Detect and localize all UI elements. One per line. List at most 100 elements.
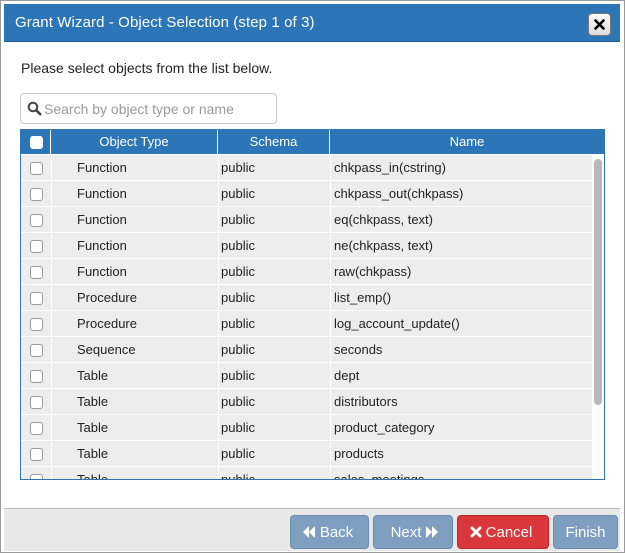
next-button[interactable]: Next: [373, 515, 453, 549]
schema-cell: public: [221, 212, 255, 227]
column-divider: [330, 389, 331, 415]
table-row[interactable]: Function public eq(chkpass, text): [21, 207, 592, 233]
column-divider: [218, 441, 219, 467]
fast-backward-icon: [302, 526, 315, 538]
table-row[interactable]: Function public chkpass_in(cstring): [21, 155, 592, 181]
grid-body: Function public chkpass_in(cstring) Functio…: [21, 155, 592, 479]
schema-cell: public: [221, 467, 255, 479]
row-checkbox[interactable]: [30, 474, 43, 479]
back-button[interactable]: Back: [290, 515, 369, 549]
schema-cell: public: [221, 446, 255, 461]
select-all-checkbox[interactable]: [30, 136, 43, 149]
close-x-icon: [594, 19, 605, 30]
column-divider: [51, 363, 52, 389]
table-row[interactable]: Table public products: [21, 441, 592, 467]
column-header-name[interactable]: Name: [330, 130, 604, 154]
cancel-button-label: Cancel: [485, 523, 533, 541]
table-row[interactable]: Function public chkpass_out(chkpass): [21, 181, 592, 207]
table-row[interactable]: Table public dept: [21, 363, 592, 389]
column-divider: [51, 181, 52, 207]
dialog-title-bar[interactable]: Grant Wizard - Object Selection (step 1 …: [4, 4, 620, 42]
column-divider: [51, 467, 52, 479]
column-header-object-type[interactable]: Object Type: [51, 130, 218, 154]
row-checkbox[interactable]: [30, 344, 43, 357]
name-cell: sales_meetings: [334, 467, 424, 479]
column-divider: [218, 415, 219, 441]
column-divider: [330, 259, 331, 285]
close-button[interactable]: [588, 13, 611, 36]
object-type-cell: Table: [77, 420, 109, 435]
object-type-cell: Function: [77, 264, 127, 279]
grant-wizard-dialog: Grant Wizard - Object Selection (step 1 …: [0, 0, 625, 553]
row-checkbox[interactable]: [30, 214, 43, 227]
row-checkbox[interactable]: [30, 188, 43, 201]
table-row[interactable]: Procedure public log_account_update(): [21, 311, 592, 337]
search-input[interactable]: [44, 99, 272, 119]
finish-button[interactable]: Finish: [553, 515, 618, 549]
schema-cell: public: [221, 264, 255, 279]
grid-vertical-scrollbar[interactable]: [592, 155, 604, 479]
row-checkbox[interactable]: [30, 266, 43, 279]
column-divider: [330, 285, 331, 311]
object-type-cell: Table: [77, 446, 109, 461]
name-cell: distributors: [334, 394, 398, 409]
row-checkbox[interactable]: [30, 370, 43, 383]
grid-header: Object Type Schema Name: [21, 130, 604, 154]
name-cell: dept: [334, 368, 360, 383]
name-cell: ne(chkpass, text): [334, 238, 433, 253]
table-row[interactable]: Function public raw(chkpass): [21, 259, 592, 285]
schema-cell: public: [221, 160, 255, 175]
object-type-cell: Function: [77, 160, 127, 175]
row-checkbox[interactable]: [30, 292, 43, 305]
name-cell: eq(chkpass, text): [334, 212, 433, 227]
name-cell: chkpass_in(cstring): [334, 160, 446, 175]
column-divider: [51, 207, 52, 233]
row-checkbox[interactable]: [30, 396, 43, 409]
row-checkbox[interactable]: [30, 448, 43, 461]
scrollbar-thumb[interactable]: [594, 159, 602, 405]
row-checkbox[interactable]: [30, 318, 43, 331]
name-cell: product_category: [334, 420, 435, 435]
column-divider: [218, 285, 219, 311]
column-divider: [330, 467, 331, 479]
schema-cell: public: [221, 238, 255, 253]
row-checkbox[interactable]: [30, 422, 43, 435]
column-divider: [51, 311, 52, 337]
column-divider: [218, 259, 219, 285]
row-checkbox[interactable]: [30, 162, 43, 175]
finish-button-label: Finish: [565, 523, 606, 541]
cancel-button[interactable]: Cancel: [457, 515, 549, 549]
schema-cell: public: [221, 342, 255, 357]
table-row[interactable]: Function public ne(chkpass, text): [21, 233, 592, 259]
object-type-cell: Procedure: [77, 290, 137, 305]
column-divider: [218, 337, 219, 363]
table-row[interactable]: Sequence public seconds: [21, 337, 592, 363]
column-header-schema[interactable]: Schema: [218, 130, 330, 154]
column-divider: [51, 155, 52, 181]
column-divider: [330, 363, 331, 389]
column-divider: [218, 389, 219, 415]
name-cell: products: [334, 446, 384, 461]
row-checkbox[interactable]: [30, 240, 43, 253]
header-select-all-cell: [21, 130, 51, 154]
column-divider: [51, 285, 52, 311]
table-row[interactable]: Procedure public list_emp(): [21, 285, 592, 311]
column-divider: [51, 233, 52, 259]
object-type-cell: Table: [77, 394, 109, 409]
column-divider: [330, 441, 331, 467]
search-box[interactable]: [20, 93, 277, 124]
table-row[interactable]: Table public distributors: [21, 389, 592, 415]
object-type-cell: Procedure: [77, 316, 137, 331]
column-divider: [218, 363, 219, 389]
column-divider: [330, 233, 331, 259]
table-row[interactable]: Table public sales_meetings: [21, 467, 592, 479]
instruction-text: Please select objects from the list belo…: [21, 60, 273, 76]
column-divider: [330, 155, 331, 181]
object-type-cell: Function: [77, 212, 127, 227]
table-row[interactable]: Table public product_category: [21, 415, 592, 441]
column-divider: [218, 233, 219, 259]
column-divider: [330, 337, 331, 363]
column-divider: [51, 389, 52, 415]
name-cell: list_emp(): [334, 290, 392, 305]
close-x-icon: [470, 526, 482, 538]
